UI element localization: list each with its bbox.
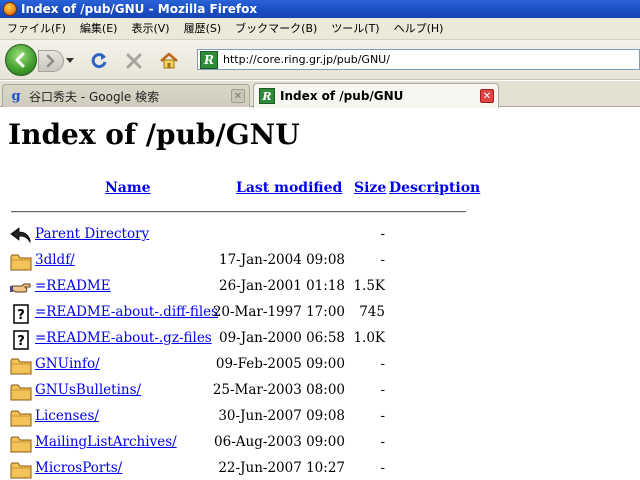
entry-modified: 06-Aug-2003 09:00 <box>214 434 345 450</box>
table-row: GNUsBulletins/25-Mar-2003 08:00 - <box>0 378 640 404</box>
menu-bookmarks[interactable]: ブックマーク(B) <box>228 19 324 39</box>
reload-icon <box>91 53 107 69</box>
table-row: ? =README-about-.diff-files 20-Mar-1997 17… <box>0 300 640 326</box>
table-row: ? =README-about-.gz-files 09-Jan-2000 06:5… <box>0 326 640 352</box>
history-dropdown[interactable] <box>65 56 75 66</box>
back-button[interactable] <box>5 44 37 76</box>
dropdown-arrow-icon <box>66 58 74 63</box>
parent-directory-row: Parent Directory - <box>0 222 640 248</box>
reload-button[interactable] <box>87 50 111 72</box>
unknown-file-icon: ? <box>10 304 32 324</box>
column-header-description: Description <box>389 180 480 196</box>
entry-size: - <box>380 252 385 268</box>
folder-icon <box>10 408 32 428</box>
tab-index-pub-gnu[interactable]: R Index of /pub/GNU ✕ <box>253 83 499 108</box>
ring-site-icon: R <box>259 88 275 104</box>
entry-size: 745 <box>359 304 385 320</box>
entry-modified: 25-Mar-2003 08:00 <box>212 382 345 398</box>
menu-view[interactable]: 表示(V) <box>124 19 176 39</box>
table-row: =README 26-Jan-2001 01:18 1.5K <box>0 274 640 300</box>
tab-label: 谷口秀夫 - Google 検索 <box>29 89 160 104</box>
entry-link[interactable]: =README <box>35 278 111 294</box>
entry-modified: 17-Jan-2004 09:08 <box>218 252 345 268</box>
folder-icon <box>10 382 32 402</box>
forward-button[interactable] <box>38 50 64 72</box>
home-button[interactable] <box>157 50 181 72</box>
table-row: Licenses/30-Jun-2007 09:08 - <box>0 404 640 430</box>
home-icon <box>160 52 178 69</box>
entry-link[interactable]: GNUinfo/ <box>35 356 100 372</box>
address-bar[interactable]: R <box>197 49 640 70</box>
folder-icon <box>10 356 32 376</box>
tab-strip: g 谷口秀夫 - Google 検索 ✕ R Index of /pub/GNU… <box>0 81 640 108</box>
page-content: Index of /pub/GNU Name Last modified Siz… <box>0 108 640 480</box>
stop-button[interactable] <box>122 50 146 72</box>
entry-modified: 22-Jun-2007 10:27 <box>218 460 345 476</box>
table-row: 3dldf/17-Jan-2004 09:08 - <box>0 248 640 274</box>
folder-icon <box>10 434 32 454</box>
entry-link[interactable]: MicrosPorts/ <box>35 460 122 476</box>
svg-text:?: ? <box>17 308 25 323</box>
back-arrow-icon <box>15 52 25 68</box>
entry-link[interactable]: =README-about-.diff-files <box>35 304 218 320</box>
table-row: MicrosPorts/22-Jun-2007 10:27 - <box>0 456 640 480</box>
entry-size: 1.5K <box>353 278 385 294</box>
google-icon: g <box>11 88 21 104</box>
stop-x-icon <box>126 53 142 69</box>
entry-link[interactable]: Licenses/ <box>35 408 99 424</box>
page-title: Index of /pub/GNU <box>8 118 300 151</box>
window-title: Index of /pub/GNU - Mozilla Firefox <box>21 2 258 16</box>
sort-by-name-link[interactable]: Name <box>105 180 151 196</box>
entry-modified: 20-Mar-1997 17:00 <box>212 304 345 320</box>
back-arrow-icon <box>10 226 32 246</box>
entry-modified: 30-Jun-2007 09:08 <box>218 408 345 424</box>
entry-modified: 09-Feb-2005 09:00 <box>215 356 345 372</box>
entry-size: - <box>380 356 385 372</box>
entry-size: - <box>380 434 385 450</box>
forward-arrow-icon <box>46 54 55 68</box>
sort-by-description-link[interactable]: Description <box>389 180 480 196</box>
pointing-hand-icon <box>10 278 32 298</box>
entry-size: - <box>380 382 385 398</box>
tab-label: Index of /pub/GNU <box>280 89 404 103</box>
menu-edit[interactable]: 編集(E) <box>73 19 125 39</box>
close-tab-icon[interactable]: ✕ <box>480 89 494 103</box>
entry-modified: 09-Jan-2000 06:58 <box>218 330 345 346</box>
close-tab-icon[interactable]: ✕ <box>231 89 245 103</box>
firefox-logo-icon <box>3 2 17 16</box>
column-header-size: Size <box>354 180 386 196</box>
folder-icon <box>10 460 32 480</box>
sort-by-modified-link[interactable]: Last modified <box>236 180 342 196</box>
entry-size: - <box>380 226 385 242</box>
entry-link[interactable]: =README-about-.gz-files <box>35 330 212 346</box>
column-header-modified: Last modified <box>236 180 342 196</box>
entry-link[interactable]: GNUsBulletins/ <box>35 382 141 398</box>
menu-help[interactable]: ヘルプ(H) <box>387 19 451 39</box>
header-divider <box>11 211 466 213</box>
entry-size: 1.0K <box>353 330 385 346</box>
folder-icon <box>10 252 32 272</box>
column-header-name: Name <box>105 180 151 196</box>
entry-link[interactable]: 3dldf/ <box>35 252 75 268</box>
menu-history[interactable]: 履歴(S) <box>177 19 229 39</box>
entry-size: - <box>380 460 385 476</box>
sort-by-size-link[interactable]: Size <box>354 180 386 196</box>
entry-link[interactable]: MailingListArchives/ <box>35 434 177 450</box>
unknown-file-icon: ? <box>10 330 32 350</box>
table-row: MailingListArchives/06-Aug-2003 09:00 - <box>0 430 640 456</box>
site-favicon-icon: R <box>200 50 218 69</box>
entry-modified: 26-Jan-2001 01:18 <box>218 278 345 294</box>
menu-bar: ファイル(F) 編集(E) 表示(V) 履歴(S) ブックマーク(B) ツール(… <box>0 18 640 40</box>
title-bar: Index of /pub/GNU - Mozilla Firefox <box>0 0 640 18</box>
tab-google-search[interactable]: g 谷口秀夫 - Google 検索 ✕ <box>2 84 250 107</box>
entry-link[interactable]: Parent Directory <box>35 226 149 242</box>
menu-file[interactable]: ファイル(F) <box>0 19 73 39</box>
url-input[interactable] <box>223 53 623 66</box>
table-row: GNUinfo/09-Feb-2005 09:00 - <box>0 352 640 378</box>
svg-text:?: ? <box>17 334 25 349</box>
entry-size: - <box>380 408 385 424</box>
menu-tools[interactable]: ツール(T) <box>324 19 386 39</box>
